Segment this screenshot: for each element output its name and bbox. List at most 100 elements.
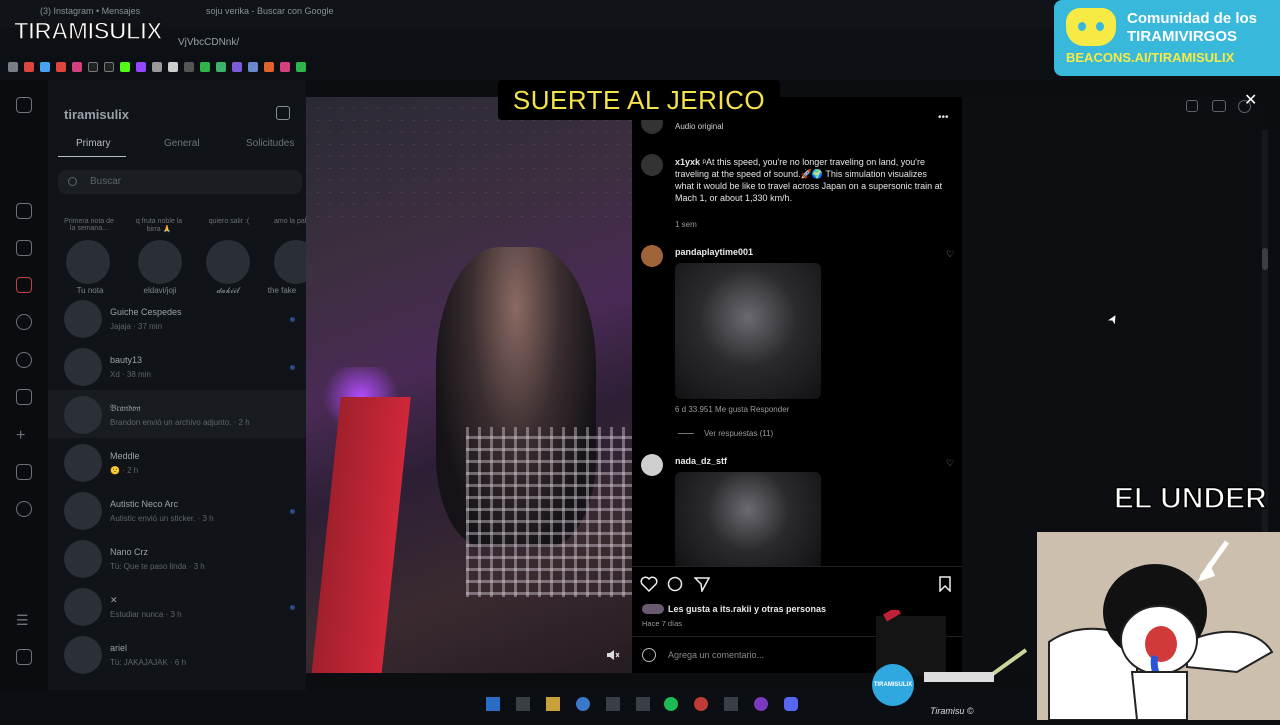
url-text[interactable]: VjVbcCDNnk/ <box>178 37 239 48</box>
twitch-icon[interactable] <box>136 62 146 72</box>
conversation-name[interactable]: bauty13 <box>110 355 142 365</box>
youtube-icon[interactable] <box>56 62 66 72</box>
avatar[interactable] <box>64 540 102 578</box>
explore-icon[interactable] <box>16 352 32 368</box>
heart-icon[interactable]: ♡ <box>946 249 954 260</box>
home-icon[interactable] <box>16 203 32 219</box>
profile-icon[interactable] <box>16 501 32 517</box>
browser-icon[interactable] <box>576 697 590 711</box>
tab-requests[interactable]: Solicitudes <box>246 138 294 149</box>
avatar[interactable] <box>64 588 102 626</box>
comment-meta[interactable]: 6 d 33.951 Me gusta Responder <box>675 405 789 414</box>
conversation-name[interactable]: 𝔅𝔯𝔞𝔫𝔡𝔬𝔫 <box>110 403 141 414</box>
tab-general[interactable]: General <box>164 138 200 149</box>
phone-icon[interactable] <box>1186 100 1198 112</box>
video-call-icon[interactable] <box>1212 100 1226 112</box>
kick-icon[interactable] <box>120 62 130 72</box>
share-icon[interactable] <box>694 576 710 592</box>
bookmark-icon[interactable] <box>296 62 306 72</box>
bookmark-icon[interactable] <box>216 62 226 72</box>
also-from-meta-icon[interactable] <box>16 649 32 665</box>
unread-dot <box>290 509 295 514</box>
conversation-name[interactable]: ✕ <box>110 595 118 606</box>
comment-user[interactable]: pandaplaytime001 <box>675 247 753 257</box>
liker-avatars[interactable] <box>642 604 664 614</box>
bookmark-icon[interactable] <box>152 62 162 72</box>
reel-video[interactable] <box>306 97 632 673</box>
comment-icon[interactable] <box>667 576 683 592</box>
caption-user[interactable]: x1yxk <box>675 157 700 167</box>
create-icon[interactable]: + <box>16 427 32 444</box>
dashboard-icon[interactable] <box>16 464 32 480</box>
tiktok-icon[interactable] <box>88 62 98 72</box>
discord-logo-eye <box>1096 22 1104 31</box>
tab-primary[interactable]: Primary <box>76 138 110 149</box>
avatar[interactable] <box>64 636 102 674</box>
scrollbar-thumb[interactable] <box>1262 248 1268 270</box>
mute-icon[interactable] <box>606 648 620 660</box>
more-options-icon[interactable]: ••• <box>938 112 949 123</box>
side-caption: EL UNDER <box>1113 481 1267 516</box>
bookmark-icon[interactable] <box>40 62 50 72</box>
like-heart-icon[interactable] <box>640 576 658 592</box>
windows-start-icon[interactable] <box>486 697 500 711</box>
taskview-icon[interactable] <box>516 697 530 711</box>
conversation-name[interactable]: Meddle <box>110 451 140 461</box>
avatar[interactable] <box>66 240 110 284</box>
conversation-name[interactable]: Nano Crz <box>110 547 148 557</box>
app-icon[interactable] <box>606 697 620 711</box>
search-icon[interactable] <box>16 314 32 330</box>
bookmark-icon[interactable] <box>248 62 258 72</box>
app-icon[interactable] <box>636 697 650 711</box>
comment-image[interactable] <box>675 263 821 399</box>
pinterest-icon[interactable] <box>280 62 290 72</box>
app-icon[interactable] <box>754 697 768 711</box>
avatar[interactable] <box>138 240 182 284</box>
heart-icon[interactable] <box>16 389 32 405</box>
avatar[interactable] <box>64 300 102 338</box>
browser-tab-google[interactable]: soju verika - Buscar con Google <box>206 6 334 24</box>
apps-icon[interactable] <box>8 62 18 72</box>
file-explorer-icon[interactable] <box>546 697 560 711</box>
messages-icon[interactable] <box>16 277 32 293</box>
close-icon[interactable]: ✕ <box>1244 90 1257 110</box>
menu-icon[interactable]: ☰ <box>16 612 32 628</box>
comment-placeholder: Agrega un comentario... <box>668 650 765 660</box>
avatar[interactable] <box>641 154 663 176</box>
avatar[interactable] <box>641 454 663 476</box>
spotify-icon[interactable] <box>664 697 678 711</box>
comment-user[interactable]: nada_dz_stf <box>675 456 727 466</box>
avatar[interactable] <box>641 245 663 267</box>
avatar[interactable] <box>64 348 102 386</box>
dm-username[interactable]: tiramisulix <box>64 107 129 122</box>
new-message-icon[interactable] <box>276 106 290 120</box>
reels-icon[interactable] <box>16 240 32 256</box>
audio-label[interactable]: Audio original <box>675 122 723 131</box>
likes-text[interactable]: Les gusta a its.rakii y otras personas <box>668 604 826 614</box>
avatar[interactable] <box>64 444 102 482</box>
app-icon[interactable] <box>694 697 708 711</box>
x-icon[interactable] <box>104 62 114 72</box>
instagram-logo-icon[interactable] <box>16 97 32 113</box>
discord-icon[interactable] <box>784 697 798 711</box>
emoji-icon[interactable] <box>642 648 656 662</box>
avatar[interactable] <box>64 492 102 530</box>
conversation-name[interactable]: Autistic Neco Arc <box>110 499 178 509</box>
save-icon[interactable] <box>938 576 952 592</box>
avatar[interactable] <box>64 396 102 434</box>
avatar[interactable] <box>206 240 250 284</box>
heart-icon[interactable]: ♡ <box>946 458 954 469</box>
note-bubble: quiero salir :( <box>208 218 250 225</box>
instagram-icon[interactable] <box>72 62 82 72</box>
view-replies-link[interactable]: Ver respuestas (11) <box>704 429 773 438</box>
app-icon[interactable] <box>724 697 738 711</box>
conversation-name[interactable]: Guiche Cespedes <box>110 307 182 317</box>
bookmark-icon[interactable] <box>184 62 194 72</box>
conversation-name[interactable]: ariel <box>110 643 127 653</box>
bookmark-icon[interactable] <box>232 62 242 72</box>
bookmark-icon[interactable] <box>264 62 274 72</box>
bookmark-icon[interactable] <box>24 62 34 72</box>
bookmark-icon[interactable] <box>168 62 178 72</box>
bookmark-icon[interactable] <box>200 62 210 72</box>
comment-image[interactable] <box>675 472 821 566</box>
